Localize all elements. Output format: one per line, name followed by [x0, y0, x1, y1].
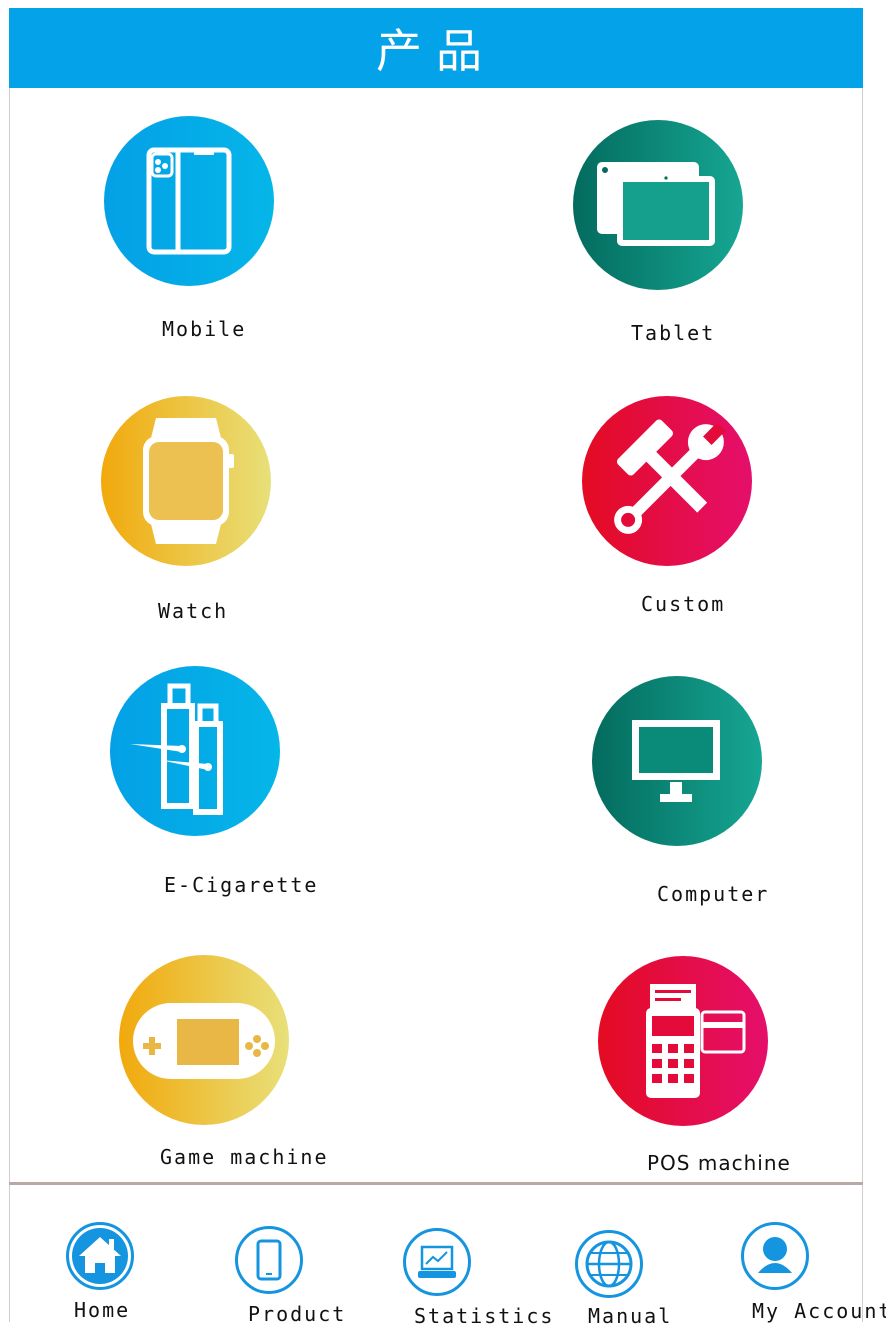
page-title: 产品 — [376, 24, 496, 78]
product-tile-e-cigarette[interactable] — [110, 666, 280, 836]
nav-my-account-button[interactable] — [741, 1222, 809, 1290]
product-tile-mobile[interactable] — [104, 116, 274, 286]
nav-home-button[interactable] — [66, 1222, 134, 1290]
gamepad-icon — [133, 1003, 275, 1079]
product-tile-watch[interactable] — [101, 396, 271, 566]
phone-icon — [256, 1239, 282, 1281]
product-tile-computer[interactable] — [592, 676, 762, 846]
nav-label-product[interactable]: Product — [248, 1302, 346, 1326]
product-label-computer[interactable]: Computer — [657, 882, 769, 906]
tablet-icon — [597, 162, 715, 246]
nav-label-home[interactable]: Home — [74, 1298, 130, 1322]
user-icon — [758, 1237, 792, 1273]
laptop-chart-icon — [418, 1245, 456, 1278]
globe-icon — [585, 1240, 633, 1288]
home-icon — [72, 1228, 128, 1284]
nav-product-button[interactable] — [235, 1226, 303, 1294]
monitor-icon — [632, 720, 720, 802]
nav-label-my-account[interactable]: My Account — [752, 1299, 886, 1323]
pos-terminal-icon — [646, 984, 746, 1098]
nav-statistics-button[interactable] — [403, 1228, 471, 1296]
product-tile-pos-machine[interactable] — [598, 956, 768, 1126]
header-bar: 产品 — [9, 8, 863, 88]
product-tile-game-machine[interactable] — [119, 955, 289, 1125]
e-cigarette-icon — [130, 683, 223, 815]
phone-icon — [146, 147, 232, 255]
tools-icon — [614, 419, 726, 534]
divider — [9, 1182, 863, 1185]
nav-label-manual[interactable]: Manual — [588, 1304, 672, 1328]
nav-label-statistics[interactable]: Statistics — [414, 1304, 554, 1328]
product-label-watch[interactable]: Watch — [158, 599, 228, 623]
product-label-e-cigarette[interactable]: E-Cigarette — [164, 873, 318, 897]
product-tile-tablet[interactable] — [573, 120, 743, 290]
product-tile-custom[interactable] — [582, 396, 752, 566]
product-label-tablet[interactable]: Tablet — [631, 321, 715, 345]
product-label-custom[interactable]: Custom — [641, 592, 725, 616]
product-label-pos-machine[interactable]: POS machine — [647, 1151, 791, 1175]
product-label-game-machine[interactable]: Game machine — [160, 1145, 329, 1169]
product-label-mobile[interactable]: Mobile — [162, 317, 246, 341]
nav-manual-button[interactable] — [575, 1230, 643, 1298]
watch-icon — [143, 418, 234, 544]
